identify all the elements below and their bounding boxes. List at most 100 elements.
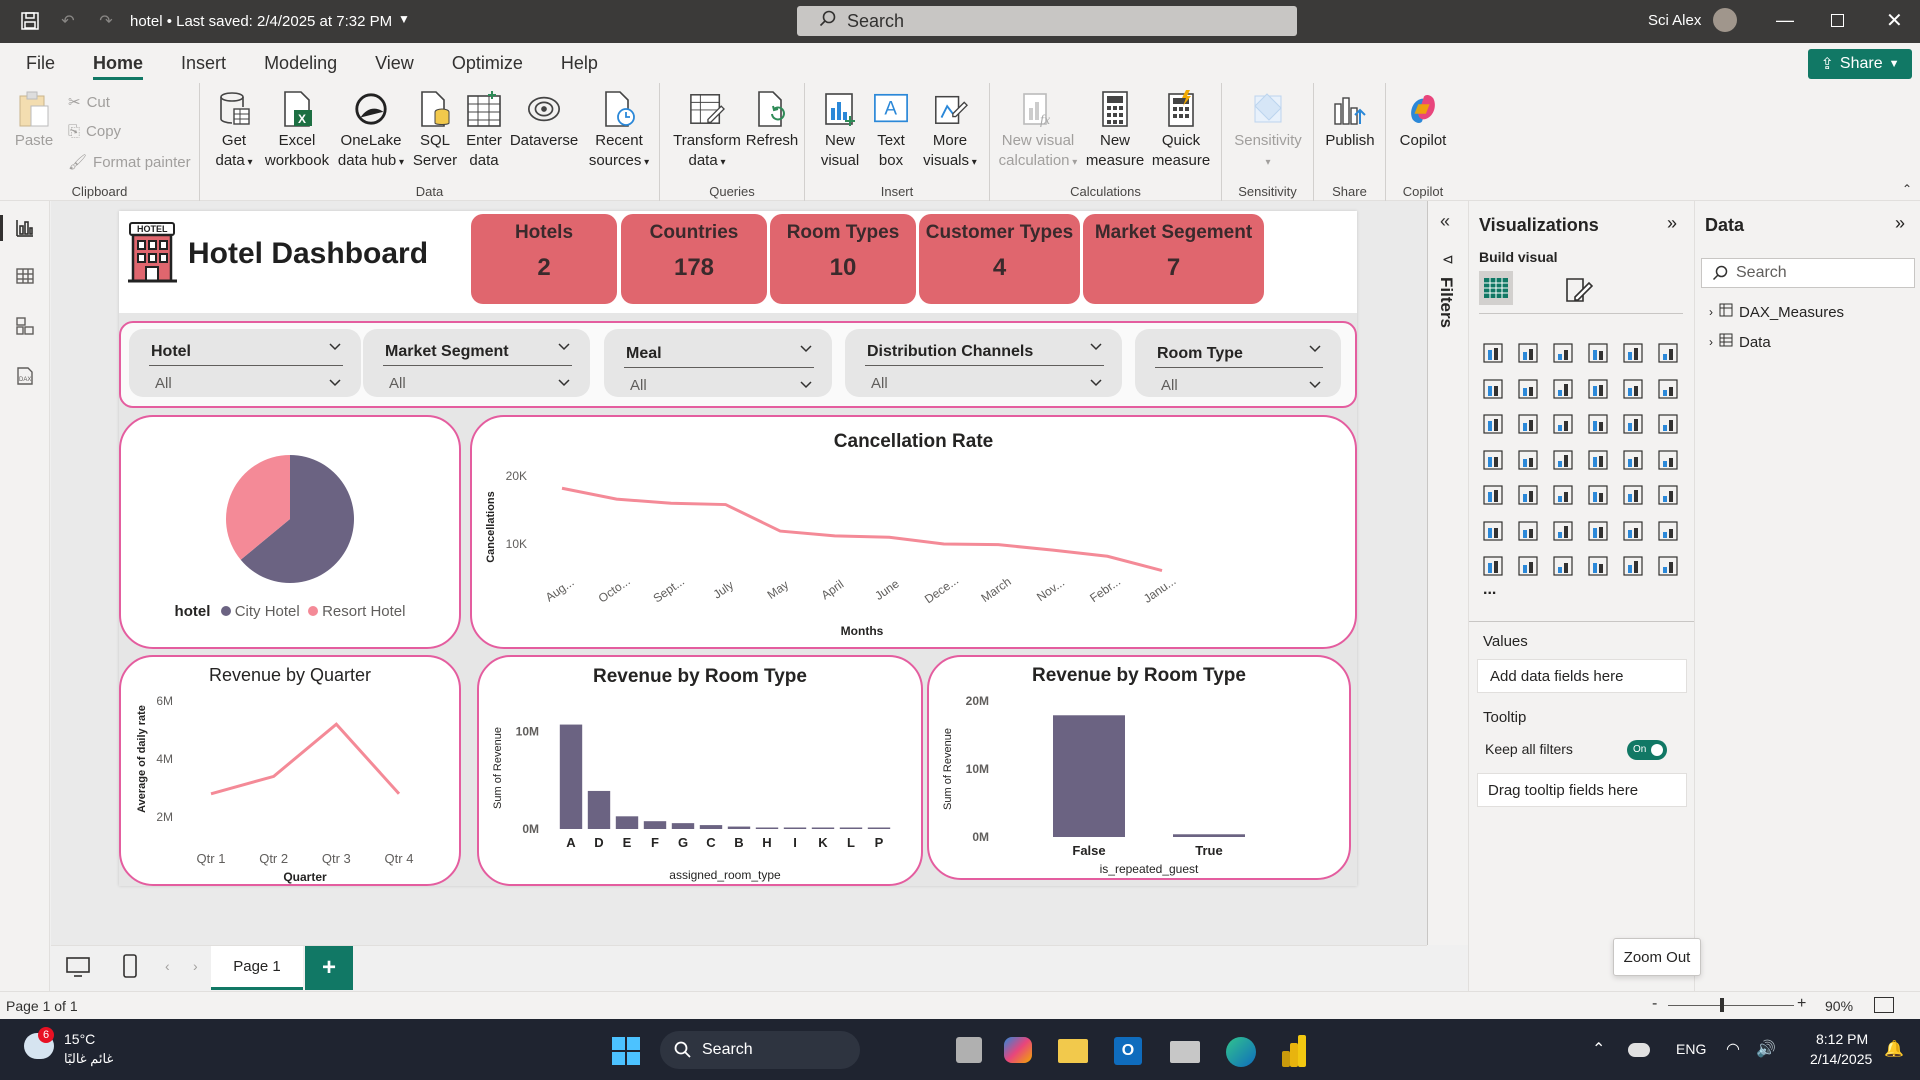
- cut-button[interactable]: ✂ Cut: [68, 93, 110, 112]
- add-page-button[interactable]: +: [305, 946, 353, 990]
- data-table-data[interactable]: › Data: [1709, 333, 1771, 351]
- stacked-bar-icon[interactable]: [1481, 341, 1505, 365]
- start-icon[interactable]: [612, 1037, 640, 1070]
- line-clustered-column-icon[interactable]: [1656, 377, 1680, 401]
- menu-view[interactable]: View: [375, 43, 414, 83]
- copilot-button[interactable]: Copilot: [1392, 89, 1454, 151]
- chevron-down-icon[interactable]: [800, 381, 812, 389]
- chevron-down-icon[interactable]: [1090, 379, 1102, 387]
- expand-icon[interactable]: «: [1440, 211, 1450, 232]
- edge-icon[interactable]: [1226, 1037, 1256, 1067]
- maximize-icon[interactable]: [1831, 14, 1844, 27]
- diamond-icon[interactable]: [1621, 554, 1645, 578]
- arcgis-icon[interactable]: [1586, 554, 1610, 578]
- format-visual-tab-icon[interactable]: [1563, 275, 1594, 310]
- new-visual-button[interactable]: New visual: [815, 89, 865, 171]
- power-apps-icon[interactable]: [1516, 554, 1540, 578]
- key-influencers-icon[interactable]: [1516, 519, 1540, 543]
- mail-icon[interactable]: [1170, 1041, 1200, 1063]
- volume-icon[interactable]: 🔊: [1756, 1039, 1776, 1059]
- zoom-slider[interactable]: [1668, 1005, 1794, 1006]
- power-bi-icon[interactable]: [1282, 1035, 1308, 1067]
- values-drop-field[interactable]: Add data fields here: [1477, 659, 1687, 693]
- data-search-input[interactable]: Search: [1701, 258, 1915, 288]
- kpi-customer-types[interactable]: Customer Types 4: [919, 214, 1080, 304]
- more-visuals-button[interactable]: More visuals ▾: [917, 89, 983, 173]
- new-measure-button[interactable]: New measure: [1084, 89, 1146, 171]
- clustered-column-icon[interactable]: [1586, 341, 1610, 365]
- revenue-repeated-guest-card[interactable]: Revenue by Room Type False True 20M 10M 0M is…: [927, 655, 1351, 880]
- file-explorer-icon[interactable]: [1058, 1039, 1088, 1063]
- kpi-icon[interactable]: [1516, 483, 1540, 507]
- clustered-bar-icon[interactable]: [1551, 341, 1575, 365]
- keep-filters-toggle[interactable]: On: [1627, 740, 1667, 760]
- chevron-down-icon[interactable]: [558, 379, 570, 387]
- notification-bell-icon[interactable]: 🔔: [1884, 1039, 1904, 1059]
- transform-data-button[interactable]: Transform data ▾: [672, 89, 742, 173]
- stacked-column-icon[interactable]: [1516, 341, 1540, 365]
- new-visual-calculation-button[interactable]: fx New visual calculation ▾: [996, 89, 1080, 173]
- task-view-icon[interactable]: [956, 1037, 982, 1063]
- collapse-icon[interactable]: »: [1895, 213, 1905, 234]
- page-tab-page-1[interactable]: Page 1: [211, 946, 303, 990]
- scatter-icon[interactable]: [1586, 412, 1610, 436]
- kpi-market-segment[interactable]: Market Segement 7: [1083, 214, 1264, 304]
- collapse-ribbon-icon[interactable]: ⌃: [1902, 182, 1912, 196]
- smart-narrative-icon[interactable]: [1621, 519, 1645, 543]
- clock-time[interactable]: 8:12 PM: [1816, 1031, 1868, 1047]
- chevron-up-icon[interactable]: ⌃: [1592, 1039, 1605, 1059]
- card-icon[interactable]: [1656, 448, 1680, 472]
- zoom-out-button[interactable]: -: [1652, 995, 1657, 1013]
- paginated-report-icon[interactable]: [1481, 554, 1505, 578]
- area-icon[interactable]: [1516, 377, 1540, 401]
- format-painter-button[interactable]: 🖌 Format painter: [68, 153, 191, 172]
- slicer-icon[interactable]: [1551, 483, 1575, 507]
- menu-help[interactable]: Help: [561, 43, 598, 83]
- chevron-icon[interactable]: [1656, 554, 1680, 578]
- filters-pane-collapsed[interactable]: « ⊲ Filters: [1427, 201, 1468, 945]
- menu-insert[interactable]: Insert: [181, 43, 226, 83]
- kpi-countries[interactable]: Countries 178: [621, 214, 767, 304]
- r-visual-icon[interactable]: [1656, 483, 1680, 507]
- chevron-right-icon[interactable]: ›: [193, 958, 198, 974]
- pie-chart-card[interactable]: hotel City Hotel Resort Hotel: [119, 415, 461, 649]
- chevron-down-icon[interactable]: [1309, 381, 1321, 389]
- chevron-down-icon[interactable]: [329, 379, 341, 387]
- 100-stacked-bar-icon[interactable]: [1621, 341, 1645, 365]
- revenue-quarter-card[interactable]: Revenue by Quarter Qtr 1 Qtr 2 Qtr 3 Qtr 46…: [119, 655, 461, 886]
- slicer-distribution-channels[interactable]: Distribution Channels All: [845, 329, 1122, 397]
- tooltip-drop-field[interactable]: Drag tooltip fields here: [1477, 773, 1687, 807]
- kpi-room-types[interactable]: Room Types 10: [770, 214, 916, 304]
- quick-measure-button[interactable]: Quick measure: [1148, 89, 1214, 171]
- treemap-icon[interactable]: [1481, 448, 1505, 472]
- taskbar-search[interactable]: Search: [660, 1031, 860, 1069]
- dax-query-view-icon[interactable]: DAX: [13, 364, 37, 388]
- onelake-button[interactable]: OneLake data hub ▾: [334, 89, 408, 173]
- refresh-button[interactable]: Refresh: [744, 89, 800, 151]
- slicer-market-segment[interactable]: Market Segment All: [363, 329, 590, 397]
- chevron-left-icon[interactable]: ‹: [165, 958, 170, 974]
- outlook-icon[interactable]: O: [1114, 1037, 1142, 1065]
- get-data-button[interactable]: Get data ▾: [210, 89, 258, 173]
- gauge-icon[interactable]: [1621, 448, 1645, 472]
- table-icon[interactable]: [1586, 483, 1610, 507]
- table-view-icon[interactable]: [13, 264, 37, 288]
- undo-icon[interactable]: ↶: [56, 9, 80, 33]
- report-view-icon[interactable]: [13, 216, 37, 240]
- file-title[interactable]: hotel • Last saved: 2/4/2025 at 7:32 PM: [130, 13, 392, 30]
- zoom-level[interactable]: 90%: [1825, 998, 1853, 1014]
- 100-stacked-area-icon[interactable]: [1586, 377, 1610, 401]
- paste-button[interactable]: Paste: [14, 89, 54, 151]
- avatar[interactable]: [1713, 8, 1737, 32]
- copilot-app-icon[interactable]: [1004, 1037, 1032, 1063]
- line-stacked-column-icon[interactable]: [1621, 377, 1645, 401]
- language-indicator[interactable]: ENG: [1676, 1041, 1706, 1057]
- line-icon[interactable]: [1481, 377, 1505, 401]
- enter-data-button[interactable]: Enter data: [462, 89, 506, 171]
- zoom-slider-thumb[interactable]: [1720, 998, 1724, 1012]
- data-table-dax-measures[interactable]: › DAX_Measures: [1709, 303, 1844, 321]
- cancellation-rate-card[interactable]: Cancellation Rate Aug... Octo... Sept... Ju…: [470, 415, 1357, 649]
- model-view-icon[interactable]: [13, 314, 37, 338]
- wifi-icon[interactable]: ◠: [1726, 1039, 1740, 1059]
- copy-button[interactable]: ⎘ Copy: [68, 123, 121, 140]
